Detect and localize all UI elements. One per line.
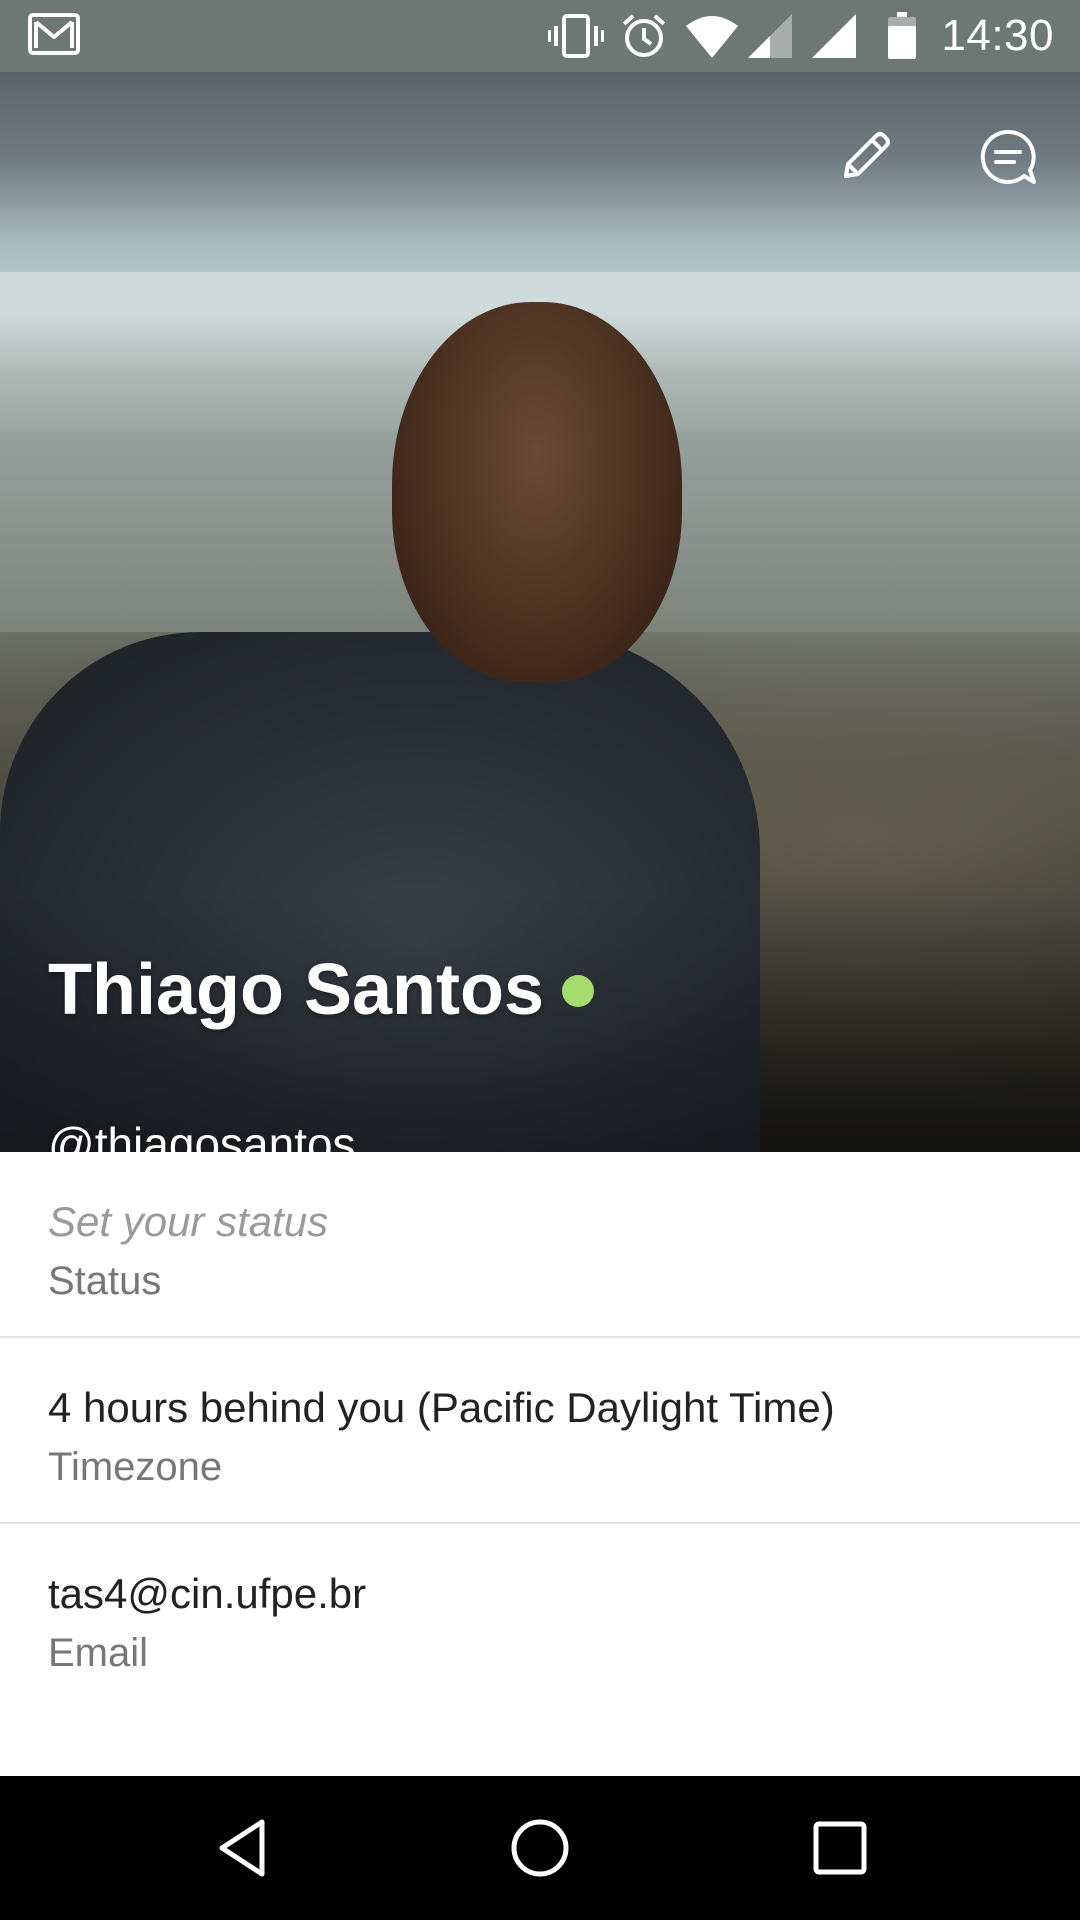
wifi-icon bbox=[686, 12, 738, 65]
status-bar: 14:30 bbox=[0, 0, 1080, 72]
profile-handle: @thiagosantos bbox=[48, 1118, 356, 1152]
email-value[interactable]: tas4@cin.ufpe.br bbox=[48, 1568, 366, 1620]
profile-name: Thiago Santos bbox=[48, 950, 545, 1030]
timezone-value: 4 hours behind you (Pacific Daylight Tim… bbox=[48, 1384, 835, 1431]
email-row[interactable]: tas4@cin.ufpe.br Email bbox=[0, 1524, 1080, 1710]
battery-icon bbox=[888, 12, 916, 65]
recents-icon[interactable] bbox=[806, 1814, 874, 1882]
alarm-icon bbox=[620, 12, 668, 65]
navigation-bar bbox=[0, 1776, 1080, 1920]
signal-icon bbox=[748, 12, 792, 65]
status-row[interactable]: Set your status Status bbox=[0, 1152, 1080, 1338]
email-label: Email bbox=[48, 1631, 149, 1675]
profile-screen: 14:30 Thiago Santos @thiagosantos Set yo… bbox=[0, 0, 1080, 1920]
timezone-label: Timezone bbox=[48, 1445, 223, 1489]
signal-icon bbox=[812, 12, 856, 65]
photo-person-head bbox=[392, 302, 682, 682]
back-icon[interactable] bbox=[208, 1814, 276, 1882]
profile-name-row: Thiago Santos bbox=[48, 948, 595, 1032]
vibrate-icon bbox=[548, 12, 604, 65]
timezone-row: 4 hours behind you (Pacific Daylight Tim… bbox=[0, 1338, 1080, 1524]
edit-icon[interactable] bbox=[838, 128, 894, 189]
home-icon[interactable] bbox=[506, 1814, 574, 1882]
presence-indicator bbox=[562, 974, 595, 1007]
status-label: Status bbox=[48, 1259, 162, 1303]
profile-details: Set your status Status 4 hours behind yo… bbox=[0, 1152, 1080, 1710]
status-value: Set your status bbox=[48, 1198, 329, 1245]
gmail-icon bbox=[28, 12, 80, 61]
message-icon[interactable] bbox=[978, 128, 1038, 193]
profile-photo: Thiago Santos @thiagosantos bbox=[0, 72, 1080, 1152]
status-clock: 14:30 bbox=[941, 11, 1054, 60]
